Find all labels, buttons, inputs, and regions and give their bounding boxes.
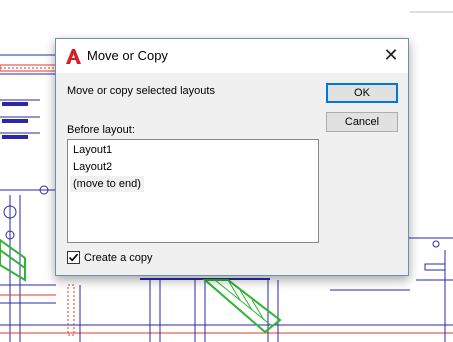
cancel-button[interactable]: Cancel: [326, 112, 398, 132]
close-icon: ✕: [383, 45, 399, 65]
dialog-title: Move or Copy: [87, 48, 168, 63]
instruction-text: Move or copy selected layouts: [67, 85, 215, 97]
layout-listbox[interactable]: Layout1 Layout2 (move to end): [67, 139, 319, 243]
list-item-layout2[interactable]: Layout2: [70, 159, 115, 175]
move-or-copy-dialog: Move or Copy ✕ Move or copy selected lay…: [55, 38, 409, 276]
dialog-titlebar[interactable]: Move or Copy ✕: [56, 39, 408, 73]
checkmark-icon: [68, 253, 79, 262]
list-item-layout1[interactable]: Layout1: [70, 142, 115, 158]
autocad-a-icon: [66, 49, 81, 64]
create-copy-label[interactable]: Create a copy: [84, 252, 152, 264]
ok-button[interactable]: OK: [326, 83, 398, 103]
before-layout-label: Before layout:: [67, 124, 135, 136]
create-copy-checkbox[interactable]: [67, 251, 80, 264]
list-item-move-to-end[interactable]: (move to end): [70, 176, 144, 192]
close-button[interactable]: ✕: [374, 39, 408, 73]
